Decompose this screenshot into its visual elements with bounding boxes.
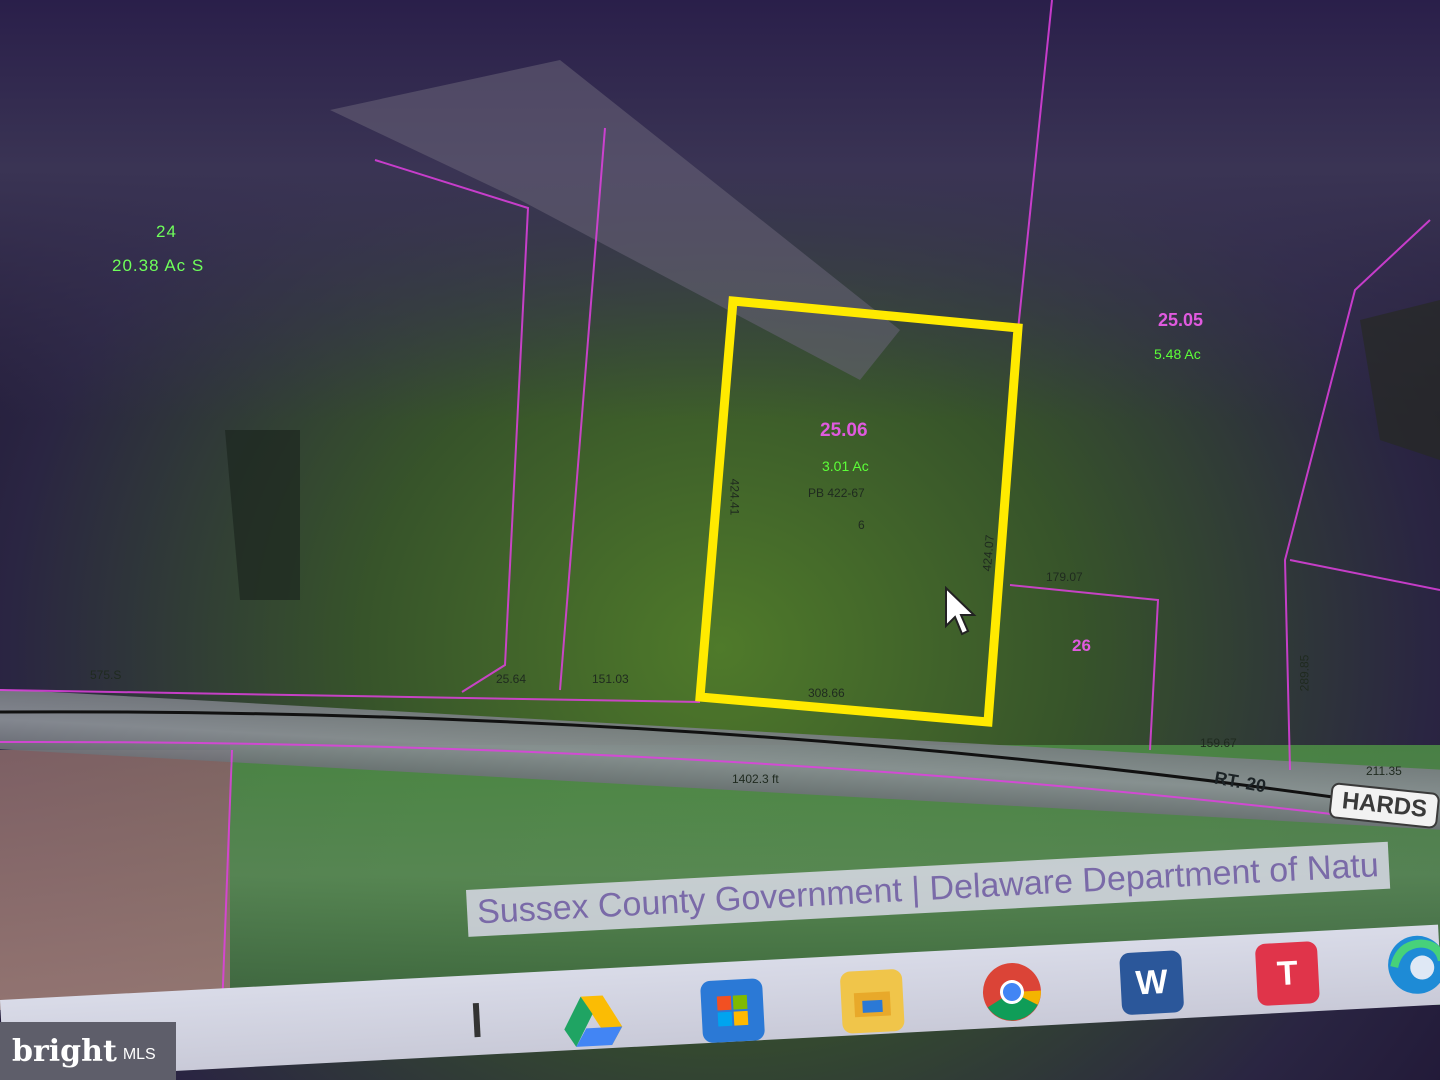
google-drive-icon[interactable] [560, 987, 625, 1052]
dimension-label: 25.64 [496, 672, 527, 686]
parcel-deed-label: PB 422-67 [808, 486, 865, 500]
parcel-id-label: 25.05 [1158, 310, 1204, 330]
parcel-line [1009, 584, 1160, 751]
parcel-acres-label: 5.48 Ac [1154, 346, 1201, 362]
building-shape [1360, 300, 1440, 460]
dimension-label: 179.07 [1046, 570, 1083, 584]
parcel-acres-label: 20.38 Ac S [112, 256, 205, 275]
watermark-brand: bright [12, 1033, 117, 1069]
dimension-label: 308.66 [808, 686, 845, 700]
bright-mls-watermark: bright MLS [0, 1022, 176, 1080]
word-icon[interactable]: W [1119, 950, 1185, 1016]
dimension-label: 159.67 [1200, 736, 1237, 750]
building-shape [225, 430, 300, 600]
chrome-icon[interactable] [979, 959, 1044, 1024]
road-centerline [0, 710, 1341, 800]
parcel-id-label: 24 [156, 222, 177, 241]
parcel-line [1017, 0, 1053, 331]
dimension-label: 151.03 [592, 672, 629, 686]
edge-icon[interactable] [1385, 932, 1440, 997]
parcel-id-label: 25.06 [820, 420, 868, 441]
parcel-acres-label: 3.01 Ac [822, 458, 869, 474]
microsoft-store-icon[interactable] [699, 978, 766, 1044]
dimension-label: 1402.3 ft [732, 772, 779, 786]
parcel-line [221, 749, 233, 1011]
parcel-line [0, 740, 1341, 816]
map-screen[interactable]: 24 20.38 Ac S 25.06 3.01 Ac PB 422-67 6 … [0, 0, 1440, 1080]
parcel-id-label: 26 [1072, 636, 1091, 655]
watermark-suffix: MLS [122, 1046, 156, 1063]
dimension-label: 289.85 [1297, 654, 1312, 692]
building-shape [330, 60, 900, 380]
parcel-line [0, 689, 701, 703]
taskbar-separator [472, 1002, 481, 1038]
parcel-line [374, 159, 530, 693]
mouse-cursor-icon [945, 586, 977, 636]
dimension-label: 424.41 [727, 478, 742, 516]
parcel-line [1289, 559, 1440, 591]
file-explorer-icon[interactable] [839, 968, 905, 1034]
dimension-label: 575.S [90, 668, 122, 682]
parcel-lot-label: 6 [858, 518, 865, 532]
t-app-icon[interactable]: T [1254, 941, 1320, 1007]
dimension-label: 211.35 [1366, 764, 1402, 778]
